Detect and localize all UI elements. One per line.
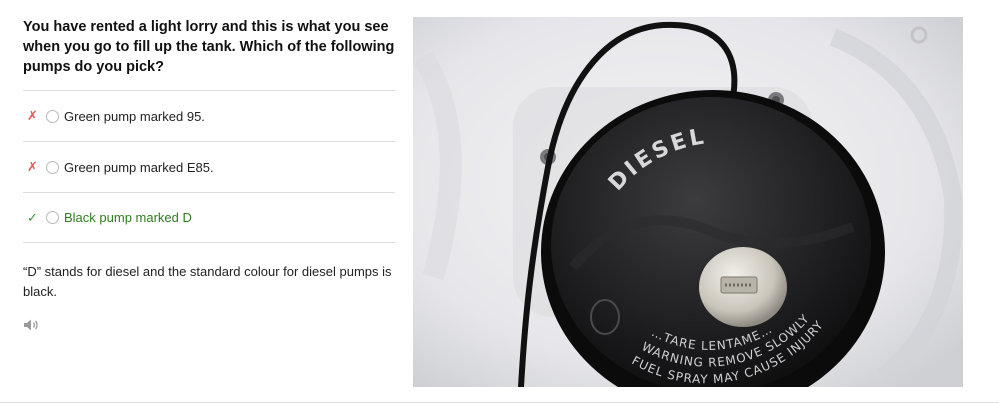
radio-button[interactable] bbox=[46, 109, 59, 123]
answer-label: Green pump marked 95. bbox=[64, 108, 205, 124]
incorrect-mark-icon: ✗ bbox=[27, 159, 38, 174]
answer-list: ✗ Green pump marked 95. ✗ Green pump mar… bbox=[23, 90, 395, 243]
explanation-text: “D” stands for diesel and the standard c… bbox=[23, 264, 392, 299]
divider bbox=[0, 402, 999, 403]
correct-mark-icon: ✓ bbox=[27, 209, 38, 225]
answer-label: Green pump marked E85. bbox=[64, 159, 214, 175]
answer-label: Black pump marked D bbox=[64, 210, 192, 225]
fuel-cap-photo: DIESEL …TARE LENTAME… WARNING REMOVE SLO… bbox=[413, 17, 963, 387]
answer-option-2[interactable]: ✗ Green pump marked E85. bbox=[23, 141, 395, 192]
answer-option-1[interactable]: ✗ Green pump marked 95. bbox=[23, 90, 395, 141]
speaker-icon[interactable] bbox=[23, 318, 41, 332]
answer-option-3[interactable]: ✓ Black pump marked D bbox=[23, 192, 395, 243]
incorrect-mark-icon: ✗ bbox=[27, 108, 38, 123]
radio-button[interactable] bbox=[46, 160, 59, 174]
radio-button[interactable] bbox=[46, 211, 59, 224]
question-text: You have rented a light lorry and this i… bbox=[23, 19, 395, 75]
question-panel: You have rented a light lorry and this i… bbox=[23, 17, 395, 332]
